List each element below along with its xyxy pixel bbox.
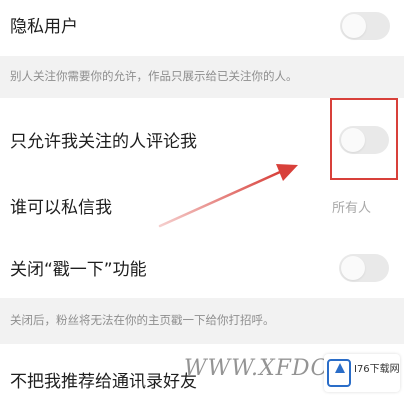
disable-poke-description: 关闭后，粉丝将无法在你的主页戳一下给你打招呼。 (10, 313, 275, 327)
private-account-description-block: 别人关注你需要你的允许，作品只展示给已关注你的人。 (0, 56, 404, 98)
setting-label-private-account: 隐私用户 (10, 17, 78, 37)
setting-label-comment-following-only: 只允许我关注的人评论我 (10, 132, 197, 152)
setting-row-disable-poke[interactable]: 关闭“戳一下”功能 (0, 240, 404, 296)
private-account-description: 别人关注你需要你的允许，作品只展示给已关注你的人。 (10, 69, 298, 83)
site-logo-icon: I76下载网 (324, 354, 400, 392)
disable-poke-toggle[interactable] (339, 254, 389, 282)
disable-poke-description-block: 关闭后，粉丝将无法在你的主页戳一下给你打招呼。 (0, 298, 404, 344)
privacy-settings-screen: 隐私用户 别人关注你需要你的允许，作品只展示给已关注你的人。 只允许我关注的人评… (0, 0, 404, 406)
logo-mark (327, 359, 351, 387)
private-account-toggle[interactable] (340, 12, 390, 40)
setting-row-who-can-message[interactable]: 谁可以私信我 所有人 (0, 182, 404, 232)
logo-text: I76下载网 (354, 364, 400, 375)
setting-label-who-can-message: 谁可以私信我 (10, 198, 112, 218)
toggle-knob (341, 256, 365, 280)
who-can-message-value: 所有人 (332, 201, 372, 216)
toggle-knob (342, 14, 366, 38)
setting-label-no-contact-recommend: 不把我推荐给通讯录好友 (10, 372, 197, 392)
setting-label-disable-poke: 关闭“戳一下”功能 (10, 260, 147, 280)
setting-row-private-account[interactable]: 隐私用户 (0, 0, 404, 56)
annotation-highlight-box (330, 98, 398, 180)
